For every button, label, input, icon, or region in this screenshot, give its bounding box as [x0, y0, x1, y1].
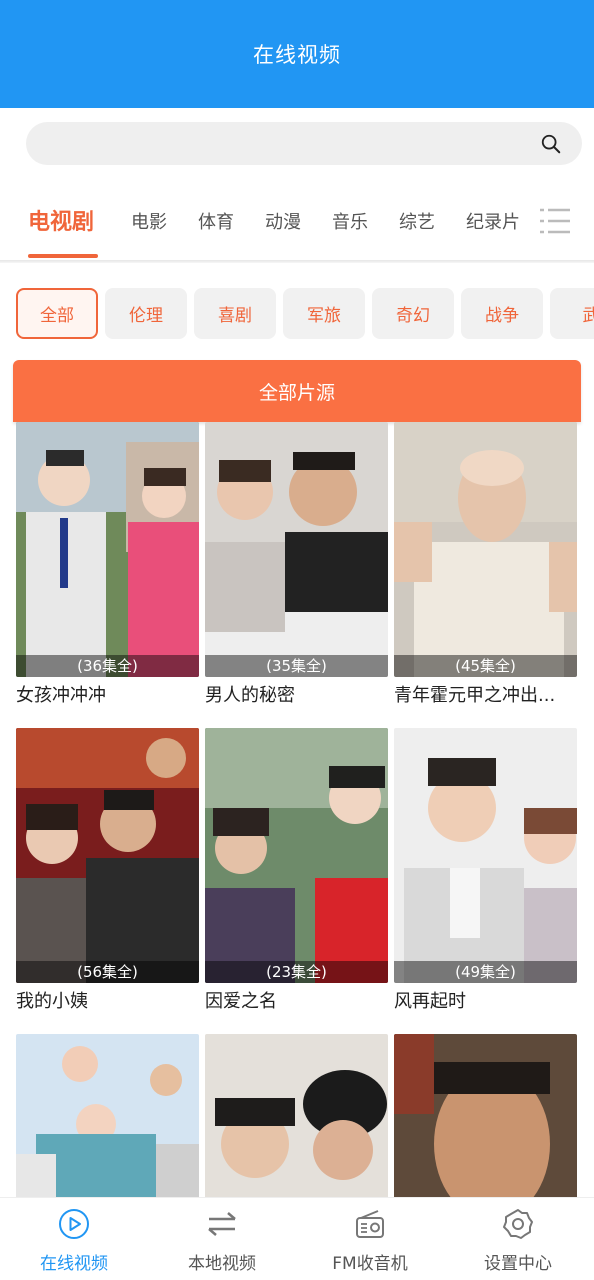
genre-chip-ethics[interactable]: 伦理 [105, 288, 187, 339]
video-card[interactable] [394, 1034, 577, 1197]
video-title[interactable]: 女孩冲冲冲 [16, 681, 199, 707]
video-card[interactable]: (56集全) 我的小姨 [16, 728, 199, 1013]
video-title[interactable]: 我的小姨 [16, 987, 199, 1013]
episode-count: (35集全) [205, 655, 388, 677]
video-card[interactable]: (36集全) 女孩冲冲冲 [16, 422, 199, 707]
tab-sports[interactable]: 体育 [198, 208, 234, 234]
video-poster[interactable]: (35集全) [205, 422, 388, 677]
video-card[interactable]: (23集全) 因爱之名 [205, 728, 388, 1013]
video-grid: (36集全) 女孩冲冲冲 (35集全) 男人的秘密 (45集全) 青年霍元甲之冲… [0, 422, 594, 1197]
search-icon[interactable] [540, 133, 562, 155]
video-poster[interactable]: (45集全) [394, 422, 577, 677]
video-title[interactable]: 风再起时 [394, 987, 577, 1013]
video-card[interactable] [16, 1034, 199, 1197]
genre-filter: 全部 伦理 喜剧 军旅 奇幻 战争 武 [0, 288, 594, 340]
tab-anime[interactable]: 动漫 [265, 208, 301, 234]
nav-label: 本地视频 [188, 1254, 256, 1274]
video-poster[interactable]: (23集全) [205, 728, 388, 983]
poster-image [16, 1034, 199, 1197]
video-poster[interactable]: (49集全) [394, 728, 577, 983]
poster-image [394, 1034, 577, 1197]
video-poster[interactable] [205, 1034, 388, 1197]
video-card[interactable] [205, 1034, 388, 1197]
nav-online-video[interactable]: 在线视频 [0, 1198, 148, 1280]
genre-chip-fantasy[interactable]: 奇幻 [372, 288, 454, 339]
tab-documentary[interactable]: 纪录片 [466, 208, 520, 234]
video-title[interactable]: 因爱之名 [205, 987, 388, 1013]
video-poster[interactable] [394, 1034, 577, 1197]
nav-fm-radio[interactable]: FM收音机 [296, 1198, 444, 1280]
video-card[interactable]: (49集全) 风再起时 [394, 728, 577, 1013]
nav-local-video[interactable]: 本地视频 [148, 1198, 296, 1280]
category-tabs: 电视剧 电影 体育 动漫 音乐 综艺 纪录片 [0, 190, 594, 260]
nav-settings[interactable]: 设置中心 [444, 1198, 592, 1280]
episode-count: (56集全) [16, 961, 199, 983]
genre-chip-martial[interactable]: 武 [550, 288, 594, 339]
genre-chip-military[interactable]: 军旅 [283, 288, 365, 339]
genre-chip-war[interactable]: 战争 [461, 288, 543, 339]
poster-image [394, 422, 577, 677]
poster-image [205, 1034, 388, 1197]
episode-count: (23集全) [205, 961, 388, 983]
video-poster[interactable]: (56集全) [16, 728, 199, 983]
genre-chip-comedy[interactable]: 喜剧 [194, 288, 276, 339]
list-menu-icon[interactable] [539, 206, 571, 236]
radio-icon [356, 1210, 384, 1238]
video-title[interactable]: 青年霍元甲之冲出... [394, 681, 577, 707]
video-poster[interactable] [16, 1034, 199, 1197]
video-card[interactable]: (45集全) 青年霍元甲之冲出... [394, 422, 577, 707]
video-poster[interactable]: (36集全) [16, 422, 199, 677]
episode-count: (36集全) [16, 655, 199, 677]
episode-count: (45集全) [394, 655, 577, 677]
poster-image [16, 728, 199, 983]
poster-image [394, 728, 577, 983]
nav-label: 设置中心 [484, 1254, 552, 1274]
episode-count: (49集全) [394, 961, 577, 983]
tab-variety[interactable]: 综艺 [399, 208, 435, 234]
play-circle-icon [59, 1209, 89, 1239]
poster-image [205, 422, 388, 677]
active-tab-indicator [28, 254, 98, 258]
nav-label: FM收音机 [332, 1254, 408, 1274]
settings-gear-icon [503, 1209, 533, 1239]
search-bar[interactable] [26, 122, 582, 165]
poster-image [205, 728, 388, 983]
poster-image [16, 422, 199, 677]
genre-chip-all[interactable]: 全部 [16, 288, 98, 339]
transfer-arrows-icon [208, 1212, 236, 1236]
nav-label: 在线视频 [40, 1254, 108, 1274]
all-sources-button[interactable]: 全部片源 [13, 360, 581, 422]
tab-music[interactable]: 音乐 [332, 208, 368, 234]
video-title[interactable]: 男人的秘密 [205, 681, 388, 707]
tab-movies[interactable]: 电影 [131, 208, 167, 234]
tab-tv-series[interactable]: 电视剧 [28, 204, 94, 236]
tabs-divider [0, 260, 594, 263]
bottom-navigation: 在线视频 本地视频 FM收音机 设置中心 [0, 1197, 594, 1280]
page-title: 在线视频 [253, 43, 341, 67]
video-card[interactable]: (35集全) 男人的秘密 [205, 422, 388, 707]
app-header: 在线视频 [0, 0, 594, 108]
